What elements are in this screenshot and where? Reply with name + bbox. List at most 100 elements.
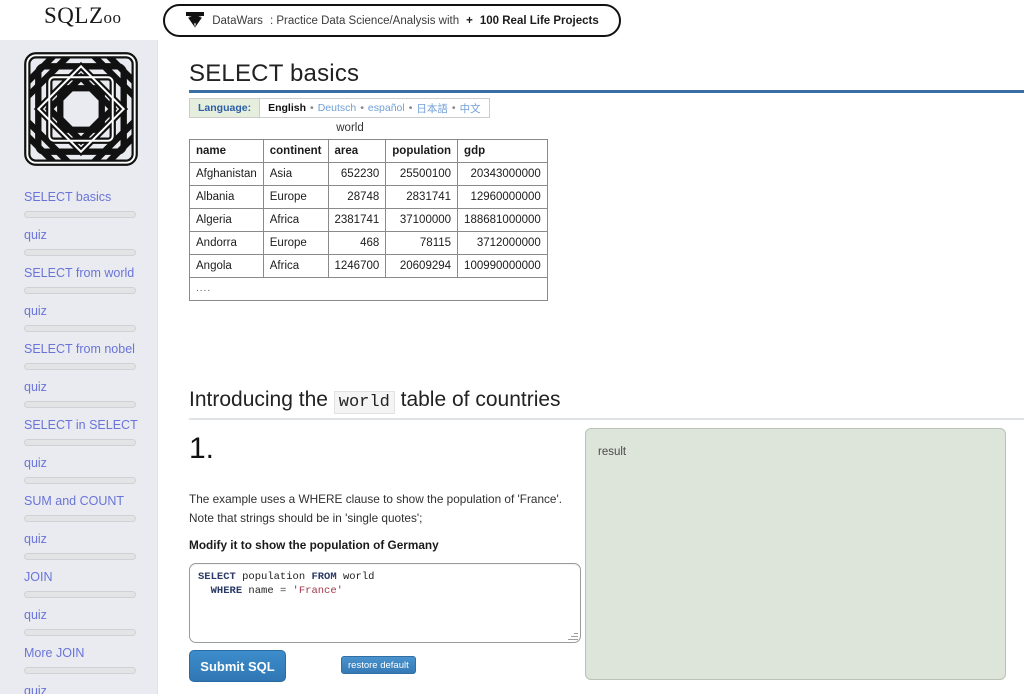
sidebar-link-label[interactable]: JOIN bbox=[24, 560, 157, 585]
sidebar-progress-bar bbox=[24, 591, 136, 598]
lang-sep-1: • bbox=[310, 102, 314, 114]
sidebar-progress-bar bbox=[24, 553, 136, 560]
sidebar-link-label[interactable]: SELECT from nobel bbox=[24, 332, 157, 357]
sidebar-item-select-in-select-6[interactable]: SELECT in SELECT bbox=[0, 408, 157, 446]
sidebar-progress-bar bbox=[24, 363, 136, 370]
question-number: 1. bbox=[189, 432, 215, 465]
sidebar-link-label[interactable]: quiz bbox=[24, 522, 157, 547]
table-cell: 100990000000 bbox=[457, 254, 548, 278]
sidebar-progress-bar bbox=[24, 325, 136, 332]
sidebar-link-label[interactable]: SELECT basics bbox=[24, 180, 157, 205]
sidebar-item-quiz-5[interactable]: quiz bbox=[0, 370, 157, 408]
table-cell: 3712000000 bbox=[457, 231, 548, 255]
sidebar-progress-bar bbox=[24, 287, 136, 294]
sql-string-france: 'France' bbox=[292, 585, 343, 597]
sql-table-world: world bbox=[336, 571, 375, 583]
datawars-promo-banner[interactable]: DataWars : Practice Data Science/Analysis… bbox=[163, 4, 621, 37]
sidebar-link-label[interactable]: SUM and COUNT bbox=[24, 484, 157, 509]
sidebar-item-quiz-11[interactable]: quiz bbox=[0, 598, 157, 636]
sql-operator-equals: = bbox=[279, 585, 293, 597]
table-cell: 25500100 bbox=[385, 162, 459, 186]
sidebar-item-quiz-3[interactable]: quiz bbox=[0, 294, 157, 332]
sidebar-link-label[interactable]: quiz bbox=[24, 218, 157, 243]
world-table: name continent area population gdp Afghanist… bbox=[189, 139, 548, 301]
sidebar-link-label[interactable]: More JOIN bbox=[24, 636, 157, 661]
result-label: result bbox=[598, 446, 627, 458]
language-current-english[interactable]: English bbox=[268, 102, 306, 114]
table-cell: 37100000 bbox=[385, 208, 459, 232]
table-cell: Africa bbox=[262, 254, 329, 278]
section-heading-after: table of countries bbox=[394, 388, 561, 411]
table-cell: 12960000000 bbox=[457, 185, 548, 209]
language-label: Language: bbox=[190, 99, 261, 117]
submit-sql-button[interactable]: Submit SQL bbox=[189, 650, 286, 682]
table-col-population: population bbox=[385, 139, 459, 163]
title-divider bbox=[189, 90, 1024, 93]
table-row-ellipsis: .... bbox=[189, 277, 548, 301]
sidebar-link-label[interactable]: quiz bbox=[24, 294, 157, 319]
table-body: Afghanistan Asia 652230 25500100 20343000000… bbox=[189, 162, 548, 301]
restore-default-button[interactable]: restore default bbox=[341, 656, 416, 674]
language-link-chinese[interactable]: 中文 bbox=[460, 101, 481, 116]
sidebar-item-quiz-7[interactable]: quiz bbox=[0, 446, 157, 484]
table-cell: Europe bbox=[262, 231, 329, 255]
brand-main: SQLZ bbox=[44, 3, 104, 28]
table-header-row: name continent area population gdp bbox=[189, 139, 548, 163]
sidebar-item-select-basics-0[interactable]: SELECT basics bbox=[0, 180, 157, 218]
table-cell: Africa bbox=[262, 208, 329, 232]
sidebar-link-label[interactable]: quiz bbox=[24, 598, 157, 623]
sidebar-item-join-10[interactable]: JOIN bbox=[0, 560, 157, 598]
table-cell: 2831741 bbox=[385, 185, 459, 209]
promo-brand-name: DataWars bbox=[212, 14, 263, 27]
table-row: Andorra Europe 468 78115 3712000000 bbox=[189, 231, 548, 255]
table-row: Algeria Africa 2381741 37100000 188681000000 bbox=[189, 208, 548, 232]
sidebar-link-label[interactable]: SELECT in SELECT bbox=[24, 408, 157, 433]
brand-small: oo bbox=[103, 8, 122, 27]
sidebar-progress-bar bbox=[24, 515, 136, 522]
table-cell: 78115 bbox=[385, 231, 459, 255]
language-links: English • Deutsch • español • 日本語 • 中文 bbox=[260, 99, 488, 117]
sidebar-item-quiz-9[interactable]: quiz bbox=[0, 522, 157, 560]
promo-text: : Practice Data Science/Analysis with bbox=[269, 14, 460, 27]
table-row: Albania Europe 28748 2831741 12960000000 bbox=[189, 185, 548, 209]
main-content: SELECT basics Language: English • Deutsc… bbox=[158, 40, 1024, 694]
sidebar-progress-bar bbox=[24, 629, 136, 636]
language-link-espanol[interactable]: español bbox=[368, 102, 405, 114]
table-cell: Asia bbox=[262, 162, 329, 186]
sql-keyword-from: FROM bbox=[311, 571, 337, 583]
sidebar-item-more-join-12[interactable]: More JOIN bbox=[0, 636, 157, 674]
table-cell: 188681000000 bbox=[457, 208, 548, 232]
sidebar-link-label[interactable]: SELECT from world bbox=[24, 256, 157, 281]
question-description: The example uses a WHERE clause to show … bbox=[189, 492, 563, 525]
sql-keyword-where: WHERE bbox=[210, 585, 243, 597]
sidebar-progress-bar bbox=[24, 249, 136, 256]
table-cell: Europe bbox=[262, 185, 329, 209]
result-panel[interactable]: result bbox=[585, 428, 1006, 680]
lang-sep-3: • bbox=[408, 102, 413, 114]
section-heading-code: world bbox=[333, 391, 395, 414]
table-cell: 1246700 bbox=[327, 254, 387, 278]
table-cell: Afghanistan bbox=[189, 162, 264, 186]
table-row: Angola Africa 1246700 20609294 100990000000 bbox=[189, 254, 548, 278]
world-table-caption: world bbox=[336, 122, 364, 134]
sidebar-progress-bar bbox=[24, 667, 136, 674]
sidebar-item-select-from-world-2[interactable]: SELECT from world bbox=[0, 256, 157, 294]
sidebar-link-label[interactable]: quiz bbox=[24, 446, 157, 471]
table-col-continent: continent bbox=[262, 139, 329, 163]
sidebar-item-sum-and-count-8[interactable]: SUM and COUNT bbox=[0, 484, 157, 522]
sidebar-link-label[interactable]: quiz bbox=[24, 370, 157, 395]
language-bar: Language: English • Deutsch • español • … bbox=[189, 98, 490, 118]
sidebar-item-quiz-13[interactable]: quiz bbox=[0, 674, 157, 694]
sidebar-item-select-from-nobel-4[interactable]: SELECT from nobel bbox=[0, 332, 157, 370]
sidebar-item-quiz-1[interactable]: quiz bbox=[0, 218, 157, 256]
site-logo-text[interactable]: SQLZoo bbox=[44, 3, 122, 29]
promo-highlight: 100 Real Life Projects bbox=[479, 14, 599, 27]
table-cell: Angola bbox=[189, 254, 264, 278]
sidebar-link-label[interactable]: quiz bbox=[24, 674, 157, 694]
language-link-japanese[interactable]: 日本語 bbox=[416, 101, 448, 116]
sidebar-progress-bar bbox=[24, 401, 136, 408]
language-link-deutsch[interactable]: Deutsch bbox=[318, 102, 357, 114]
table-cell: 2381741 bbox=[327, 208, 387, 232]
sql-input-editor[interactable]: SELECT population FROM world WHERE name … bbox=[189, 563, 581, 643]
celtic-knot-logo[interactable] bbox=[20, 48, 142, 170]
